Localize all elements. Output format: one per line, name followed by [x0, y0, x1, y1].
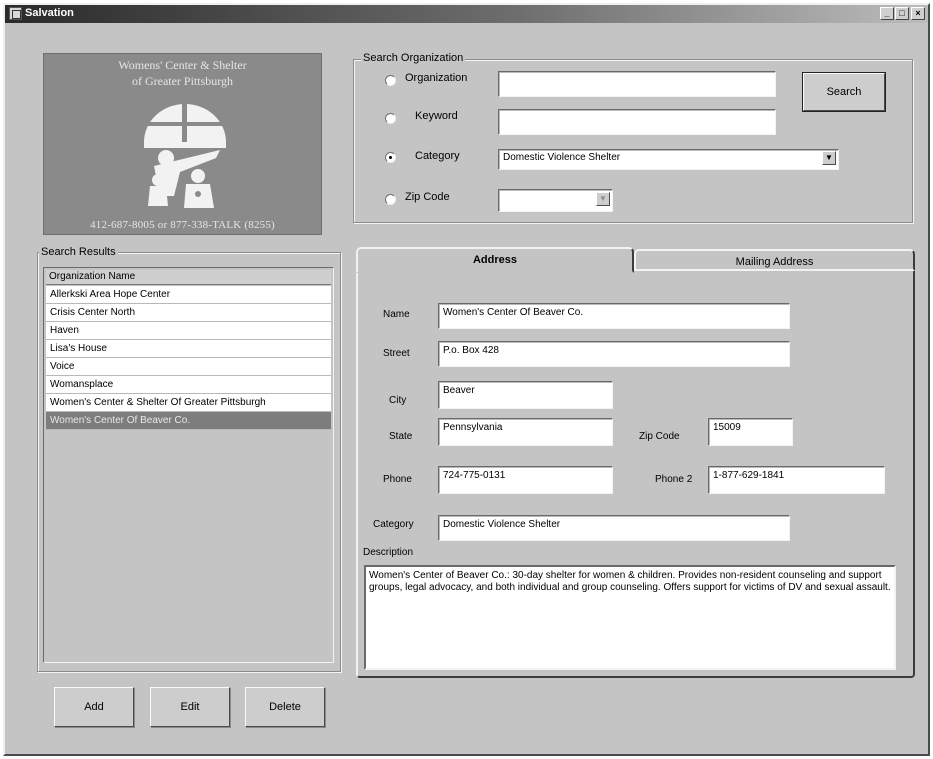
shelter-logo: Womens' Center & Shelter of Greater Pitt…: [43, 53, 322, 235]
name-field[interactable]: Women's Center Of Beaver Co.: [438, 303, 790, 329]
radio-organization[interactable]: [385, 75, 396, 86]
list-item[interactable]: Haven: [46, 322, 331, 340]
list-item[interactable]: Women's Center & Shelter Of Greater Pitt…: [46, 394, 331, 412]
search-button[interactable]: Search: [802, 72, 886, 112]
street-label: Street: [383, 348, 410, 359]
description-label: Description: [363, 547, 414, 558]
radio-keyword[interactable]: [385, 113, 396, 124]
list-item[interactable]: Lisa's House: [46, 340, 331, 358]
category-field[interactable]: Domestic Violence Shelter: [438, 515, 790, 541]
radio-zip-code[interactable]: [385, 194, 396, 205]
list-item[interactable]: Voice: [46, 358, 331, 376]
edit-button[interactable]: Edit: [150, 687, 230, 727]
search-results-label: Search Results: [39, 246, 118, 258]
logo-line-2: of Greater Pittsburgh: [131, 74, 234, 88]
list-item[interactable]: Allerkski Area Hope Center: [46, 286, 331, 304]
zip-code-label: Zip Code: [639, 431, 680, 442]
city-field[interactable]: Beaver: [438, 381, 613, 409]
radio-category[interactable]: [385, 152, 396, 163]
zip-code-select[interactable]: ▼: [498, 189, 613, 212]
category-select[interactable]: Domestic Violence Shelter ▼: [498, 149, 839, 170]
main-window: Salvation _ □ × Womens' Center & Shelter…: [3, 3, 930, 756]
zip-code-field[interactable]: 15009: [708, 418, 793, 446]
close-icon[interactable]: ×: [911, 7, 925, 20]
family-shelter-icon: [142, 104, 228, 208]
list-item[interactable]: Crisis Center North: [46, 304, 331, 322]
chevron-down-icon[interactable]: ▼: [822, 151, 836, 165]
state-field[interactable]: Pennsylvania: [438, 418, 613, 446]
radio-zip-code-label: Zip Code: [405, 191, 450, 203]
list-item-selected[interactable]: Women's Center Of Beaver Co.: [46, 412, 331, 430]
add-button[interactable]: Add: [54, 687, 134, 727]
phone-label: Phone: [383, 474, 412, 485]
radio-organization-label: Organization: [405, 72, 468, 84]
name-label: Name: [383, 309, 410, 320]
column-header-organization-name[interactable]: Organization Name: [46, 270, 331, 285]
tab-mailing-address[interactable]: Mailing Address: [634, 249, 915, 271]
phone-2-label: Phone 2: [655, 474, 693, 485]
results-listbox[interactable]: Organization Name Allerkski Area Hope Ce…: [43, 267, 334, 663]
radio-category-label: Category: [415, 150, 460, 162]
tab-address[interactable]: Address: [356, 247, 634, 273]
maximize-icon[interactable]: □: [895, 7, 909, 20]
description-textarea[interactable]: Women's Center of Beaver Co.: 30-day she…: [364, 565, 896, 670]
city-label: City: [389, 395, 407, 406]
logo-line-1: Womens' Center & Shelter: [118, 58, 247, 72]
category-select-value: Domestic Violence Shelter: [503, 152, 621, 163]
street-field[interactable]: P.o. Box 428: [438, 341, 790, 367]
state-label: State: [389, 431, 413, 442]
search-organization-label: Search Organization: [361, 52, 466, 64]
phone-2-field[interactable]: 1-877-629-1841: [708, 466, 885, 494]
radio-keyword-label: Keyword: [415, 110, 458, 122]
window-title: Salvation: [25, 7, 74, 19]
chevron-down-icon[interactable]: ▼: [596, 192, 610, 206]
organization-input[interactable]: [498, 71, 776, 97]
phone-field[interactable]: 724-775-0131: [438, 466, 613, 494]
delete-button[interactable]: Delete: [245, 687, 325, 727]
minimize-icon[interactable]: _: [880, 7, 894, 20]
title-bar[interactable]: Salvation _ □ ×: [5, 5, 928, 23]
list-item[interactable]: Womansplace: [46, 376, 331, 394]
keyword-input[interactable]: [498, 109, 776, 135]
category-label: Category: [373, 519, 414, 530]
logo-phone: 412-687-8005 or 877-338-TALK (8255): [90, 219, 275, 231]
app-icon: [9, 7, 22, 20]
